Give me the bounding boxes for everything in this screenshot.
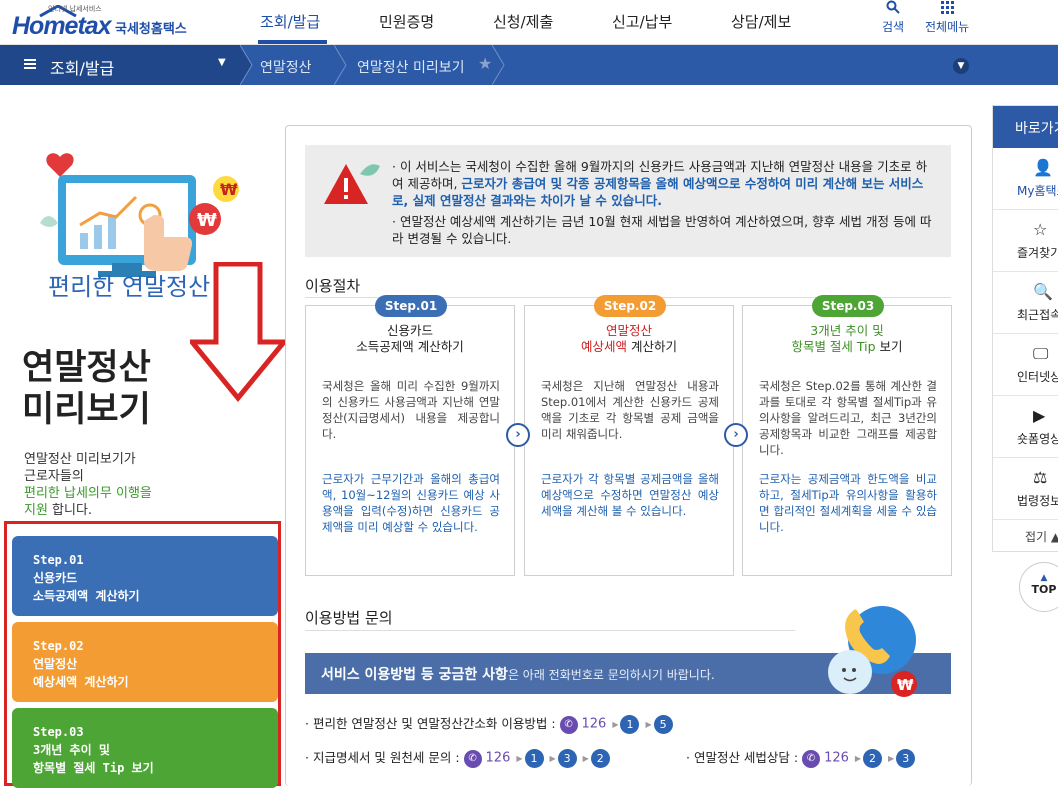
step01-button[interactable]: Step.01 신용카드 소득공제액 계산하기 <box>12 536 278 616</box>
inquiry-row-tax-law: · 연말정산 세법상담 : ✆ 126 ▶ 2 ▶ 3 <box>686 748 916 769</box>
logo-sub-text: 국세청홈택스 <box>115 22 187 37</box>
step-card-2: 연말정산 예상세액 계산하기 국세청은 지난해 연말정산 내용과 Step.01… <box>524 305 734 576</box>
expand-menu-icon[interactable]: ▼ <box>953 58 969 74</box>
nav-apply[interactable]: 신청/제출 <box>493 11 553 32</box>
step-card-title: 연말정산 예상세액 계산하기 <box>581 323 677 354</box>
step-card-title: 신용카드 소득공제액 계산하기 <box>356 323 464 354</box>
hamburger-icon <box>24 59 36 70</box>
svg-text:₩: ₩ <box>197 210 217 231</box>
top-header: 인터넷 납세서비스 Hometax 국세청홈택스 조회/발급 민원증명 신청/제… <box>0 0 1058 45</box>
page-title: 연말정산 미리보기 <box>22 348 151 430</box>
user-icon: 👤 <box>1033 158 1053 177</box>
notice-text: · 이 서비스는 국세청이 수집한 올해 9월까지의 신용카드 사용금액과 지난… <box>392 159 932 246</box>
breadcrumb-separator-icon <box>334 45 347 85</box>
category-selector[interactable]: 조회/발급 ▼ <box>0 45 240 85</box>
phone-icon: ✆ <box>559 715 578 734</box>
quick-favorites[interactable]: ☆ 즐겨찾기 <box>993 210 1058 272</box>
step-card-description: 국세청은 올해 미리 수집한 9월까지의 신용카드 사용금액과 지난해 연말정산… <box>322 379 500 441</box>
favorite-star-icon[interactable]: ★ <box>478 54 492 73</box>
all-menu-label: 전체메뉴 <box>925 20 970 34</box>
gavel-icon: ⚖ <box>1033 468 1048 487</box>
search-label: 검색 <box>882 20 905 34</box>
nav-report-pay[interactable]: 신고/납부 <box>612 11 672 32</box>
step-card-3: 3개년 추이 및 항목별 절세 Tip 보기 국세청은 Step.02를 통해 … <box>742 305 952 576</box>
quick-links-sidebar: 바로가기 👤 My홈택스 ☆ 즐겨찾기 🔍 최근접속 🖵 인터넷상담 ▶ 숏폼영… <box>992 105 1058 552</box>
step01-pill: Step.01 <box>375 295 447 317</box>
quick-shortform[interactable]: ▶ 숏폼영상 <box>993 396 1058 458</box>
red-down-arrow-icon <box>190 262 286 402</box>
svg-text:₩: ₩ <box>897 676 914 694</box>
step-card-description: 국세청은 Step.02를 통해 계산한 결과를 토대로 각 항목별 절세Tip… <box>759 379 937 457</box>
nav-lookup[interactable]: 조회/발급 <box>260 11 320 32</box>
procedure-title: 이용절차 <box>305 277 361 295</box>
step03-button[interactable]: Step.03 3개년 추이 및 항목별 절세 Tip 보기 <box>12 708 278 788</box>
phone-consultant-illustration-icon: ₩ <box>828 606 917 697</box>
breadcrumb-preview[interactable]: 연말정산 미리보기 <box>357 57 465 77</box>
breadcrumb-year-end[interactable]: 연말정산 <box>260 57 312 77</box>
hometax-logo[interactable]: 인터넷 납세서비스 Hometax 국세청홈택스 <box>12 4 197 42</box>
quick-my-hometax[interactable]: 👤 My홈택스 <box>993 148 1058 210</box>
quick-recent[interactable]: 🔍 최근접속 <box>993 272 1058 334</box>
recent-search-icon: 🔍 <box>1033 282 1053 301</box>
breadcrumb-separator-icon <box>240 45 253 85</box>
search-icon <box>882 0 904 18</box>
category-title: 조회/발급 <box>50 59 115 78</box>
next-arrow-icon: › <box>506 423 530 447</box>
phone-icon: ✆ <box>802 749 821 768</box>
fold-button[interactable]: 접기 ▲ <box>993 518 1058 552</box>
intro-description: 연말정산 미리보기가 근로자들의 편리한 납세의무 이행을 지원 합니다. <box>24 452 152 518</box>
play-icon: ▶ <box>1033 406 1046 425</box>
inquiry-row-simplified: · 편리한 연말정산 및 연말정산간소화 이용방법 : ✆ 126 ▶ 1 ▶ 5 <box>305 714 673 735</box>
triangle-up-icon: ▲ <box>1040 573 1048 583</box>
inquiry-row-withholding: · 지급명세서 및 원천세 문의 : ✆ 126 ▶ 1 ▶ 3 ▶ 2 <box>305 748 610 769</box>
phone-icon: ✆ <box>463 749 482 768</box>
step03-pill: Step.03 <box>812 295 884 317</box>
scroll-top-button[interactable]: ▲ TOP <box>1019 562 1058 612</box>
step-card-note: 근로자가 각 항목별 공제금액을 올해예상액으로 수정하면 연말정산 예상세액을… <box>541 472 719 518</box>
svg-text:₩: ₩ <box>220 180 238 199</box>
nav-active-underline <box>258 40 327 44</box>
search-button[interactable]: 검색 <box>882 0 904 35</box>
sub-navigation-bar: 조회/발급 ▼ 연말정산 연말정산 미리보기 ★ ▼ <box>0 45 1058 85</box>
step-card-title: 3개년 추이 및 항목별 절세 Tip 보기 <box>791 323 903 354</box>
step-card-note: 근로자는 공제금액과 한도액을 비교하고, 절세Tip과 유의사항을 활용하면 … <box>759 472 937 534</box>
breadcrumb-separator-icon <box>492 45 505 85</box>
step02-pill: Step.02 <box>594 295 666 317</box>
quick-law[interactable]: ⚖ 법령정보 <box>993 458 1058 520</box>
grid-menu-icon <box>925 0 969 18</box>
inquiry-title: 이용방법 문의 <box>305 609 393 627</box>
logo-main-text: Hometax <box>12 12 112 40</box>
step-card-note: 근로자가 근무기간과 올해의 총급여액, 10월~12월의 신용카드 예상 사용… <box>322 472 500 534</box>
warning-icon <box>324 164 380 204</box>
all-menu-button[interactable]: 전체메뉴 <box>925 0 969 35</box>
caret-down-icon: ▼ <box>218 57 226 68</box>
nav-certificate[interactable]: 민원증명 <box>379 11 434 32</box>
quick-online-consult[interactable]: 🖵 인터넷상담 <box>993 334 1058 396</box>
star-outline-icon: ☆ <box>1033 220 1048 239</box>
step-card-description: 국세청은 지난해 연말정산 내용과 Step.01에서 계산한 신용카드 공제액… <box>541 379 719 441</box>
quick-links-header: 바로가기 <box>993 106 1058 148</box>
monitor-check-icon: 🖵 <box>1033 344 1049 363</box>
nav-consult[interactable]: 상담/제보 <box>731 11 791 32</box>
step02-button[interactable]: Step.02 연말정산 예상세액 계산하기 <box>12 622 278 702</box>
inquiry-divider <box>305 630 795 631</box>
illustration-title: 편리한 연말정산 <box>48 273 211 301</box>
next-arrow-icon: › <box>724 423 748 447</box>
step-card-1: 신용카드 소득공제액 계산하기 국세청은 올해 미리 수집한 9월까지의 신용카… <box>305 305 515 576</box>
